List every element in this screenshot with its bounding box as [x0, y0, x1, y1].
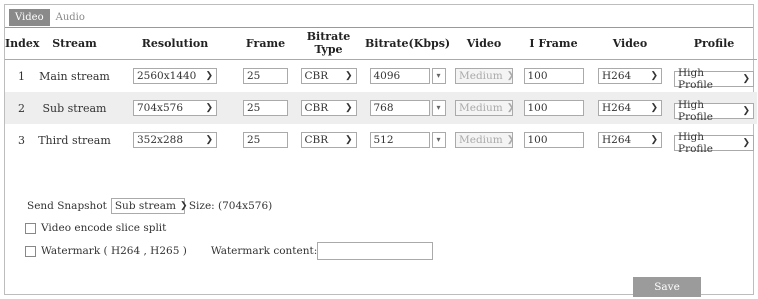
snapshot-stream-select[interactable]: Sub stream ❯	[110, 198, 188, 214]
row-stream-name: Main stream	[39, 69, 110, 83]
table-header-row: Index Stream Resolution Frame Bitrate Ty…	[5, 27, 757, 60]
col-i-frame: I Frame	[518, 27, 589, 60]
table-row: 2 Sub stream 704x576 ❯ 25 CBR ❯ 768 ▾ Mediu…	[5, 92, 757, 124]
stream-table: Index Stream Resolution Frame Bitrate Ty…	[5, 27, 757, 156]
chevron-down-icon: ❯	[344, 103, 353, 113]
bitrate-dropdown-icon[interactable]: ▾	[431, 100, 446, 116]
chevron-down-icon: ❯	[506, 135, 515, 145]
chevron-down-icon: ❯	[650, 71, 658, 81]
snapshot-stream-value: Sub stream	[114, 200, 176, 212]
chevron-down-icon: ❯	[506, 71, 515, 81]
table-row: 3 Third stream 352x288 ❯ 25 CBR ❯ 512 ▾ Med…	[5, 124, 757, 156]
chevron-down-icon: ❯	[205, 103, 213, 113]
col-bitrate-type: Bitrate Type	[292, 27, 365, 60]
video-quality-select: Medium ❯	[455, 68, 515, 84]
bitrate-input[interactable]: 512	[369, 132, 430, 148]
bitrate-type-value: CBR	[304, 134, 329, 146]
video-settings-panel: Video Audio Index Stream Resolution Fram…	[4, 4, 757, 297]
col-bitrate: Bitrate(Kbps)	[365, 27, 450, 60]
video-quality-value: Medium	[459, 70, 503, 82]
resolution-select[interactable]: 352x288 ❯	[133, 132, 217, 148]
watermark-label: Watermark ( H264 , H265 )	[41, 245, 187, 257]
col-index: Index	[5, 27, 39, 60]
bitrate-type-select[interactable]: CBR ❯	[300, 100, 357, 116]
bitrate-type-select[interactable]: CBR ❯	[300, 68, 357, 84]
watermark-row: Watermark ( H264 , H265 ) Watermark cont…	[25, 242, 434, 260]
chevron-down-icon: ❯	[344, 71, 353, 81]
col-video-quality: Video	[450, 27, 518, 60]
chevron-down-icon: ❯	[650, 103, 658, 113]
bitrate-dropdown-icon[interactable]: ▾	[431, 68, 446, 84]
bitrate-input[interactable]: 4096	[369, 68, 430, 84]
frame-input[interactable]: 25	[243, 68, 288, 84]
video-encode-value: H264	[602, 70, 632, 82]
resolution-select[interactable]: 704x576 ❯	[133, 100, 217, 116]
snapshot-row: Send Snapshot Sub stream ❯ Size: (704x576…	[27, 198, 272, 214]
profile-select[interactable]: High Profile ❯	[674, 131, 754, 155]
chevron-down-icon: ❯	[344, 135, 353, 145]
i-frame-input[interactable]: 100	[523, 68, 584, 84]
chevron-down-icon: ❯	[742, 105, 750, 116]
chevron-down-icon: ❯	[742, 73, 750, 84]
col-profile: Profile	[671, 27, 757, 60]
profile-value: High Profile	[678, 98, 713, 123]
col-video-encode: Video	[589, 27, 671, 60]
snapshot-size: Size: (704x576)	[188, 200, 273, 212]
resolution-value: 352x288	[137, 134, 184, 146]
table-row: 1 Main stream 2560x1440 ❯ 25 CBR ❯ 4096 ▾ M…	[5, 60, 757, 93]
row-index: 2	[5, 92, 38, 124]
chevron-down-icon: ❯	[205, 135, 213, 145]
i-frame-input[interactable]: 100	[523, 100, 584, 116]
row-index: 1	[18, 69, 25, 83]
tab-bar: Video Audio	[9, 9, 91, 27]
video-encode-value: H264	[602, 102, 632, 114]
bitrate-type-value: CBR	[304, 102, 329, 114]
slice-split-row: Video encode slice split	[25, 222, 166, 234]
video-quality-select: Medium ❯	[455, 132, 515, 148]
profile-select[interactable]: High Profile ❯	[674, 99, 754, 123]
col-stream: Stream	[38, 27, 111, 60]
video-encode-select[interactable]: H264 ❯	[598, 132, 662, 148]
tab-audio[interactable]: Audio	[50, 9, 91, 26]
row-stream-name: Third stream	[38, 133, 111, 147]
snapshot-label: Send Snapshot	[27, 200, 107, 212]
bitrate-type-select[interactable]: CBR ❯	[300, 132, 357, 148]
video-quality-value: Medium	[459, 134, 503, 146]
col-frame: Frame	[239, 27, 292, 60]
resolution-value: 2560x1440	[137, 70, 197, 82]
bitrate-type-value: CBR	[304, 70, 329, 82]
profile-value: High Profile	[678, 130, 713, 155]
video-encode-select[interactable]: H264 ❯	[598, 100, 662, 116]
watermark-content-label: Watermark content:	[210, 245, 318, 257]
resolution-select[interactable]: 2560x1440 ❯	[133, 68, 217, 84]
bitrate-dropdown-icon[interactable]: ▾	[431, 132, 446, 148]
video-encode-value: H264	[602, 134, 632, 146]
frame-input[interactable]: 25	[243, 100, 288, 116]
chevron-down-icon: ❯	[179, 201, 188, 211]
slice-split-checkbox[interactable]	[25, 222, 36, 234]
resolution-value: 704x576	[137, 102, 184, 114]
row-index: 3	[18, 133, 25, 147]
chevron-down-icon: ❯	[506, 103, 515, 113]
slice-split-label: Video encode slice split	[41, 222, 167, 234]
watermark-checkbox[interactable]	[25, 245, 36, 257]
col-resolution: Resolution	[111, 27, 239, 60]
chevron-down-icon: ❯	[205, 71, 213, 81]
save-button[interactable]: Save	[633, 277, 701, 297]
video-quality-select: Medium ❯	[455, 100, 515, 116]
frame-input[interactable]: 25	[243, 132, 288, 148]
profile-select[interactable]: High Profile ❯	[674, 67, 754, 91]
video-encode-select[interactable]: H264 ❯	[598, 68, 662, 84]
video-quality-value: Medium	[459, 102, 503, 114]
i-frame-input[interactable]: 100	[523, 132, 584, 148]
chevron-down-icon: ❯	[650, 135, 658, 145]
bitrate-input[interactable]: 768	[369, 100, 430, 116]
chevron-down-icon: ❯	[742, 137, 750, 148]
tab-video[interactable]: Video	[9, 9, 50, 26]
row-stream-name: Sub stream	[38, 92, 111, 124]
watermark-content-input[interactable]	[317, 242, 434, 260]
profile-value: High Profile	[678, 66, 713, 91]
